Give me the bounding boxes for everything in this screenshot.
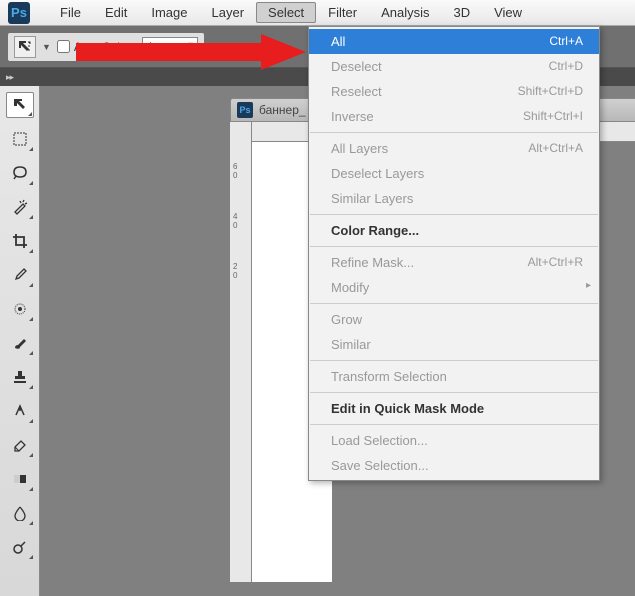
menu-item-label: Edit in Quick Mask Mode: [331, 401, 484, 416]
app-logo: Ps: [8, 2, 30, 24]
menu-separator: [310, 392, 598, 393]
menu-item-shortcut: Ctrl+D: [549, 59, 583, 74]
ps-doc-icon: Ps: [237, 102, 253, 118]
tool-history[interactable]: [6, 398, 34, 424]
menu-item-label: Modify: [331, 280, 369, 295]
menu-item-label: All Layers: [331, 141, 388, 156]
menu-item-shortcut: Shift+Ctrl+I: [523, 109, 583, 124]
menu-view[interactable]: View: [482, 2, 534, 23]
menu-item-label: Similar: [331, 337, 371, 352]
menu-item-inverse: Inverse Shift+Ctrl+I: [309, 104, 599, 129]
menu-item-label: Reselect: [331, 84, 382, 99]
menu-item-refine-mask: Refine Mask... Alt+Ctrl+R: [309, 250, 599, 275]
menu-item-shortcut: Alt+Ctrl+R: [528, 255, 583, 270]
menu-separator: [310, 360, 598, 361]
tool-move[interactable]: [6, 92, 34, 118]
tool-healing[interactable]: [6, 296, 34, 322]
menu-item-shortcut: Ctrl+A: [549, 34, 583, 49]
menu-item-label: Save Selection...: [331, 458, 429, 473]
menu-item-edit-in-quick-mask-mode[interactable]: Edit in Quick Mask Mode: [309, 396, 599, 421]
tool-crop[interactable]: [6, 228, 34, 254]
menu-item-similar: Similar: [309, 332, 599, 357]
menu-item-load-selection: Load Selection...: [309, 428, 599, 453]
menu-item-all[interactable]: All Ctrl+A: [309, 29, 599, 54]
menu-item-transform-selection: Transform Selection: [309, 364, 599, 389]
tool-lasso[interactable]: [6, 160, 34, 186]
menu-item-reselect: Reselect Shift+Ctrl+D: [309, 79, 599, 104]
menu-item-shortcut: Alt+Ctrl+A: [528, 141, 583, 156]
menu-separator: [310, 214, 598, 215]
menu-separator: [310, 132, 598, 133]
menu-item-grow: Grow: [309, 307, 599, 332]
menu-select[interactable]: Select: [256, 2, 316, 23]
menu-item-label: Deselect Layers: [331, 166, 424, 181]
dropdown-arrow-icon[interactable]: ▼: [42, 42, 51, 52]
ruler-vertical: 60 40 20: [230, 122, 252, 582]
tool-blur[interactable]: [6, 500, 34, 526]
menu-image[interactable]: Image: [139, 2, 199, 23]
menu-separator: [310, 303, 598, 304]
tool-marquee[interactable]: [6, 126, 34, 152]
document-title: баннер_: [259, 103, 306, 117]
menu-item-label: Grow: [331, 312, 362, 327]
menu-item-label: Transform Selection: [331, 369, 447, 384]
menubar: Ps FileEditImageLayerSelectFilterAnalysi…: [0, 0, 635, 26]
menu-item-label: Color Range...: [331, 223, 419, 238]
menu-item-deselect-layers: Deselect Layers: [309, 161, 599, 186]
menu-edit[interactable]: Edit: [93, 2, 139, 23]
tool-dodge[interactable]: [6, 534, 34, 560]
tool-wand[interactable]: [6, 194, 34, 220]
menu-separator: [310, 246, 598, 247]
menu-analysis[interactable]: Analysis: [369, 2, 441, 23]
menu-item-label: Load Selection...: [331, 433, 428, 448]
menu-3d[interactable]: 3D: [441, 2, 482, 23]
tool-eraser[interactable]: [6, 432, 34, 458]
tool-preset-indicator[interactable]: [14, 36, 36, 58]
menu-item-all-layers: All Layers Alt+Ctrl+A: [309, 136, 599, 161]
menu-separator: [310, 424, 598, 425]
menu-item-label: Deselect: [331, 59, 382, 74]
select-menu-dropdown: All Ctrl+A Deselect Ctrl+D Reselect Shift+Ctr…: [308, 26, 600, 481]
menu-layer[interactable]: Layer: [200, 2, 257, 23]
tool-stamp[interactable]: [6, 364, 34, 390]
tool-eyedropper[interactable]: [6, 262, 34, 288]
menu-item-color-range[interactable]: Color Range...: [309, 218, 599, 243]
tool-gradient[interactable]: [6, 466, 34, 492]
toolbox: [0, 86, 40, 596]
menu-item-label: Inverse: [331, 109, 374, 124]
menu-item-save-selection: Save Selection...: [309, 453, 599, 478]
menu-item-label: Similar Layers: [331, 191, 413, 206]
tool-brush[interactable]: [6, 330, 34, 356]
menu-filter[interactable]: Filter: [316, 2, 369, 23]
menu-item-label: Refine Mask...: [331, 255, 414, 270]
menu-item-label: All: [331, 34, 345, 49]
menu-item-shortcut: Shift+Ctrl+D: [518, 84, 583, 99]
menu-item-modify: Modify: [309, 275, 599, 300]
menu-item-deselect: Deselect Ctrl+D: [309, 54, 599, 79]
menu-item-similar-layers: Similar Layers: [309, 186, 599, 211]
annotation-arrow-icon: [76, 34, 306, 70]
menu-file[interactable]: File: [48, 2, 93, 23]
